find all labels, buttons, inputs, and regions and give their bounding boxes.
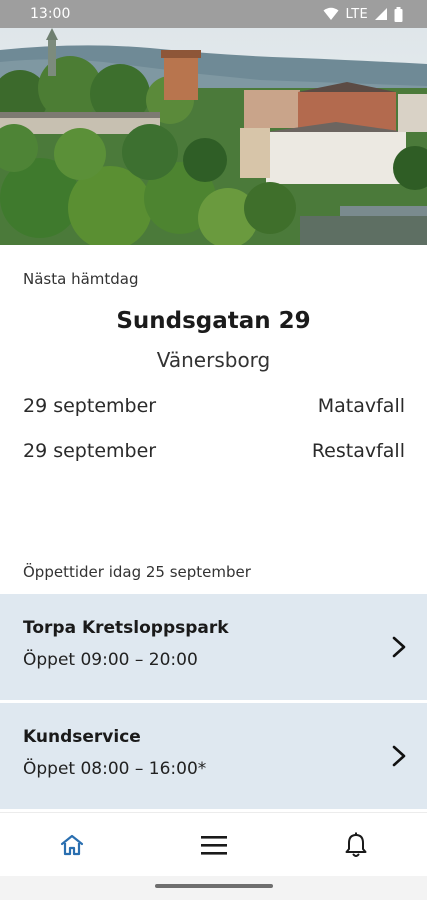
status-time: 13:00: [30, 6, 71, 22]
chevron-right-icon: [392, 636, 406, 658]
pickup-date: 29 september: [23, 440, 157, 462]
pickup-row: 29 september Matavfall: [23, 395, 405, 417]
nav-menu-button[interactable]: [198, 831, 230, 859]
next-pickup-label: Nästa hämtdag: [23, 270, 139, 288]
opening-hours-label: Öppettider idag 25 september: [23, 563, 251, 581]
nav-notifications-button[interactable]: [340, 831, 372, 859]
pickup-row: 29 september Restavfall: [23, 440, 405, 462]
nav-home-button[interactable]: [56, 831, 88, 859]
bottom-navigation: [0, 812, 427, 876]
wifi-icon: [323, 7, 339, 20]
hero-image: [0, 28, 427, 245]
pickup-type: Restavfall: [311, 440, 405, 462]
chevron-right-icon: [392, 745, 406, 767]
status-bar: 13:00 LTE: [0, 0, 427, 28]
gesture-area: [0, 876, 427, 900]
place-hours: Öppet 09:00 – 20:00: [23, 650, 198, 670]
menu-icon: [201, 836, 227, 855]
gesture-bar[interactable]: [155, 884, 273, 888]
network-type: LTE: [345, 6, 368, 22]
signal-icon: [375, 8, 387, 20]
address-street: Sundsgatan 29: [116, 308, 311, 334]
pickup-type: Matavfall: [317, 395, 405, 417]
home-icon: [60, 834, 84, 856]
place-card-kundservice[interactable]: Kundservice Öppet 08:00 – 16:00*: [0, 703, 427, 809]
place-name: Torpa Kretsloppspark: [23, 618, 229, 638]
place-hours: Öppet 08:00 – 16:00*: [23, 759, 207, 779]
address-city: Vänersborg: [156, 348, 271, 372]
place-card-torpa[interactable]: Torpa Kretsloppspark Öppet 09:00 – 20:00: [0, 594, 427, 700]
status-icons: LTE: [323, 6, 403, 22]
pickup-date: 29 september: [23, 395, 157, 417]
place-name: Kundservice: [23, 727, 141, 747]
bell-icon: [345, 832, 367, 857]
battery-icon: [394, 6, 403, 22]
